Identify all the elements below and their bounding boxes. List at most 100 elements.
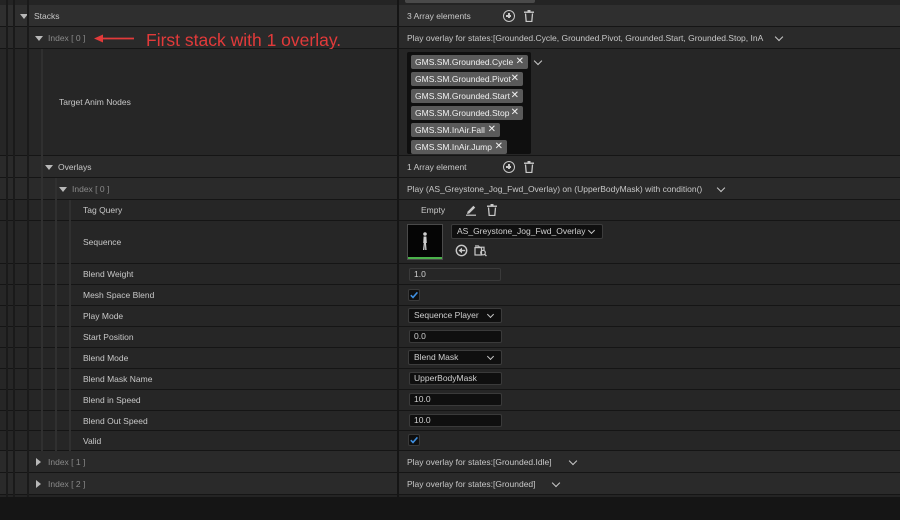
remove-tag-icon[interactable]: ✕ [511,89,519,103]
blend-in-speed-label: Blend in Speed [83,395,141,405]
play-mode-dropdown[interactable]: Sequence Player [408,308,502,323]
clear-icon[interactable] [486,204,498,216]
sequence-asset-picker[interactable]: AS_Greystone_Jog_Fwd_Overlay [451,224,603,239]
sequence-thumbnail[interactable] [407,224,443,260]
indent-guide [27,0,29,497]
chevron-down-icon [587,226,596,234]
stack-index-2-row[interactable]: Index [ 2 ] Play overlay for states:[Gro… [0,473,900,495]
tag-chip[interactable]: GMS.SM.Grounded.Cycle ✕ [411,55,528,69]
blend-mode-dropdown[interactable]: Blend Mask [408,350,502,365]
indent-guide [69,200,71,451]
stack-index-2-label: Index [ 2 ] [48,478,86,489]
tag-label: GMS.SM.Grounded.Cycle [415,57,514,67]
expand-arrow-icon[interactable] [45,164,53,170]
overlay-index-0-row[interactable]: Index [ 0 ] Play (AS_Greystone_Jog_Fwd_O… [0,178,900,200]
chevron-down-icon[interactable] [774,32,784,41]
blend-mode-value: Blend Mask [414,352,459,362]
tag-chip[interactable]: GMS.SM.Grounded.Start ✕ [411,89,523,103]
use-selected-asset-icon[interactable] [455,244,468,257]
remove-tag-icon[interactable]: ✕ [511,106,519,120]
stacks-label: Stacks [34,10,60,21]
chevron-down-icon[interactable] [716,183,726,192]
tag-query-label: Tag Query [83,205,123,215]
tag-chip[interactable]: GMS.SM.Grounded.Stop ✕ [411,106,523,120]
start-position-input[interactable]: 0.0 [409,330,502,343]
sequence-row: Sequence [0,221,900,264]
remove-tag-icon[interactable]: ✕ [488,123,496,137]
expand-arrow-icon[interactable] [59,186,67,192]
blend-mask-name-value: UpperBodyMask [414,373,477,383]
blend-mask-name-input[interactable]: UpperBodyMask [409,372,502,385]
mesh-space-blend-checkbox[interactable] [408,289,420,301]
mesh-space-blend-label: Mesh Space Blend [83,290,155,300]
indent-guide [55,178,57,451]
tag-label: GMS.SM.Grounded.Stop [415,108,510,118]
tag-label: GMS.SM.InAir.Fall [415,125,485,135]
blend-mask-name-label: Blend Mask Name [83,374,153,384]
character-icon [423,232,427,250]
indent-guide [6,0,8,497]
overlay-index-0-summary: Play (AS_Greystone_Jog_Fwd_Overlay) on (… [407,183,703,194]
stack-index-0-label: Index [ 0 ] [48,32,86,43]
delete-all-icon[interactable] [523,10,535,22]
blend-weight-slider[interactable]: 1.0 [409,268,501,281]
tag-label: GMS.SM.InAir.Jump [415,142,492,152]
stack-index-0-summary: Play overlay for states:[Grounded.Cycle,… [407,32,764,43]
start-position-value: 0.0 [414,331,426,341]
chevron-down-icon [486,310,495,318]
blend-in-speed-value: 10.0 [414,394,431,404]
stack-index-2-summary: Play overlay for states:[Grounded] [407,478,536,489]
blend-mode-label: Blend Mode [83,353,129,363]
tag-query-row: Tag Query Empty [0,200,900,221]
remove-tag-icon[interactable]: ✕ [516,55,524,69]
remove-tag-icon[interactable]: ✕ [495,140,503,154]
play-mode-value: Sequence Player [414,310,479,320]
tag-query-value: Empty [421,205,446,215]
blend-weight-label: Blend Weight [83,269,134,279]
blend-in-speed-input[interactable]: 10.0 [409,393,502,406]
checkmark-icon [410,291,419,299]
add-element-icon[interactable] [503,10,515,22]
valid-checkbox[interactable] [408,434,420,446]
expand-arrow-icon[interactable] [36,457,41,466]
stack-index-0-row[interactable]: Index [ 0 ] Play overlay for states:[Gro… [0,27,900,49]
blend-out-speed-input[interactable]: 10.0 [409,414,502,427]
annotation-arrow-icon [94,34,134,43]
valid-row: Valid [0,431,900,451]
thumbnail-type-bar [408,257,442,259]
valid-label: Valid [83,435,102,446]
chevron-down-icon[interactable] [568,456,578,465]
edit-icon[interactable] [465,204,477,216]
annotation-text: First stack with 1 overlay. [146,30,342,50]
delete-all-icon[interactable] [523,161,535,173]
tag-chip[interactable]: GMS.SM.InAir.Jump ✕ [411,140,507,154]
tag-chip[interactable]: GMS.SM.InAir.Fall ✕ [411,123,500,137]
stack-index-1-row[interactable]: Index [ 1 ] Play overlay for states:[Gro… [0,451,900,473]
target-anim-nodes-list: GMS.SM.Grounded.Cycle ✕ GMS.SM.Grounded.P… [407,52,531,154]
sequence-value: AS_Greystone_Jog_Fwd_Overlay [457,226,586,236]
column-divider[interactable] [397,0,399,497]
bottom-strip [0,497,900,520]
stacks-count: 3 Array elements [407,10,471,21]
scroll-remnant [405,0,535,3]
overlays-row[interactable]: Overlays 1 Array element [0,156,900,178]
play-mode-label: Play Mode [83,311,124,321]
indent-guide [13,0,15,497]
add-element-icon[interactable] [503,161,515,173]
stack-index-1-summary: Play overlay for states:[Grounded.Idle] [407,456,552,467]
tag-chip[interactable]: GMS.SM.Grounded.Pivot ✕ [411,72,523,86]
indent-guide [41,49,43,451]
checkmark-icon [410,436,419,444]
expand-arrow-icon[interactable] [35,35,43,41]
blend-out-speed-value: 10.0 [414,415,431,425]
sequence-label: Sequence [83,237,122,247]
overlay-index-0-label: Index [ 0 ] [72,183,110,194]
blend-out-speed-label: Blend Out Speed [83,415,148,426]
overlays-label: Overlays [58,161,92,172]
remove-tag-icon[interactable]: ✕ [511,72,519,86]
expand-arrow-icon[interactable] [36,479,41,488]
details-panel: Stacks 3 Array elements Index [ 0 ] Play… [0,0,900,497]
chevron-down-icon[interactable] [551,478,561,487]
stacks-row[interactable]: Stacks 3 Array elements [0,5,900,27]
browse-asset-icon[interactable] [474,244,487,257]
